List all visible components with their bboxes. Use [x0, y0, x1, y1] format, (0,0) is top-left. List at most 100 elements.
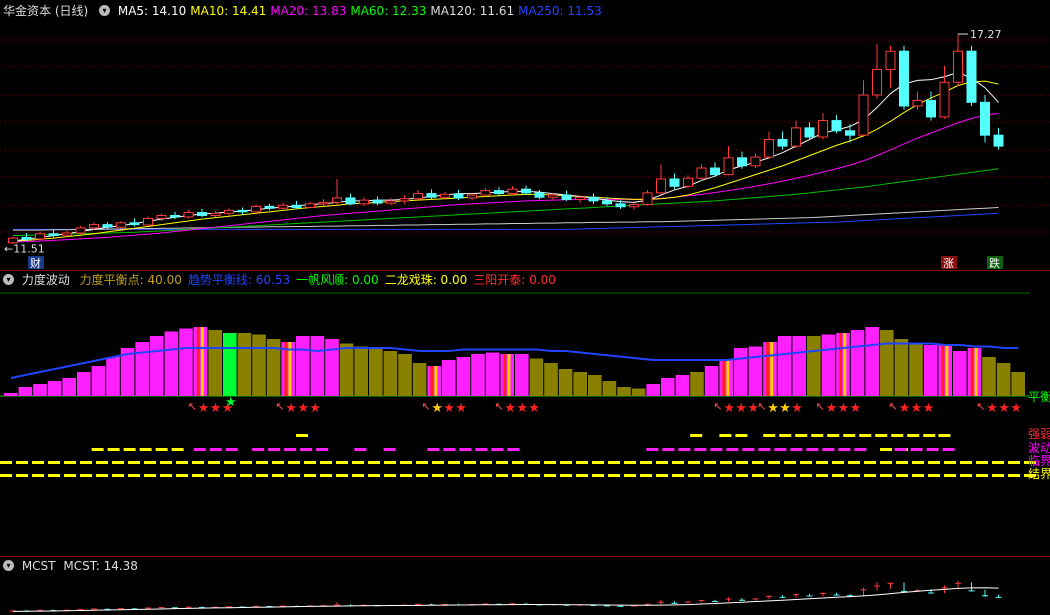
candle-body: [426, 193, 437, 198]
strength-bar: [383, 351, 398, 396]
status-dash: [336, 461, 348, 464]
status-dash: [96, 461, 108, 464]
status-dash: [976, 474, 988, 477]
status-dash: [528, 461, 540, 464]
indicator-chart[interactable]: ↖ ★ ★ ★ ↖ ★ ★ ★ ↖ ★ ★ ★ ↖ ★ ★ ★ ↖ ★ ★ ★↖ ★ ★ ★ ↖ ★ ★ ★ ↖ ★ ★ ★ ↖ ★ ★ ★★ 平衡强…: [0, 271, 1050, 556]
status-dash: [272, 474, 284, 477]
strength-bar: [252, 334, 266, 396]
level-label: 强弱: [1028, 427, 1050, 441]
status-dash: [507, 448, 520, 451]
status-dash: [128, 461, 140, 464]
status-dash: [848, 461, 860, 464]
status-dash: [464, 474, 476, 477]
signal-star: ★: [516, 401, 528, 416]
strength-bar: [296, 336, 310, 396]
status-dash: [938, 434, 951, 437]
status-dash: [656, 461, 668, 464]
strength-bar: [427, 366, 441, 396]
signal-star: ★: [911, 401, 923, 416]
status-dash: [192, 461, 204, 464]
status-dash: [816, 474, 828, 477]
candle-body: [912, 99, 923, 107]
signal-star: ★: [285, 401, 297, 416]
status-dash: [512, 474, 524, 477]
signal-star: ★: [297, 401, 309, 416]
status-dash: [719, 434, 732, 437]
candle-body: [750, 156, 761, 167]
strength-bar: [354, 346, 368, 396]
status-dash: [688, 474, 700, 477]
candle-body: [413, 193, 423, 200]
status-dash: [240, 461, 252, 464]
signal-star: ★: [504, 401, 516, 416]
signal-arrow: ↖: [816, 400, 825, 413]
signal-star: ★: [826, 401, 838, 416]
status-dash: [752, 461, 764, 464]
strength-bar: [208, 330, 222, 396]
status-dash: [512, 461, 524, 464]
signal-stripe: [503, 354, 507, 396]
candle-body: [831, 120, 842, 132]
status-dash: [811, 434, 824, 437]
status-dash: [32, 461, 44, 464]
status-dash: [336, 474, 348, 477]
strength-bar: [836, 333, 850, 396]
status-dash: [891, 434, 904, 437]
candle-body: [683, 177, 693, 187]
status-dash: [272, 461, 284, 464]
status-dash: [64, 474, 76, 477]
level-label: 平衡: [1028, 390, 1050, 404]
signal-stripe: [843, 333, 847, 396]
candle-body: [777, 139, 788, 147]
status-dash: [208, 461, 220, 464]
signal-star: ★: [309, 401, 321, 416]
status-dash: [432, 461, 444, 464]
status-dash: [224, 474, 236, 477]
status-dash: [560, 474, 572, 477]
status-dash: [742, 448, 755, 451]
status-dash: [592, 461, 604, 464]
strength-bar: [500, 354, 514, 396]
status-dash: [352, 461, 364, 464]
status-dash: [608, 474, 620, 477]
status-dash: [475, 448, 488, 451]
status-dash: [225, 448, 238, 451]
status-dash: [448, 474, 460, 477]
status-dash: [16, 461, 28, 464]
candle-body: [156, 214, 167, 219]
strength-bar: [996, 363, 1011, 396]
status-dash: [176, 474, 188, 477]
candle-body: [696, 167, 707, 179]
status-dash: [690, 434, 703, 437]
signal-stripe: [974, 348, 978, 396]
mcst-chart[interactable]: [0, 557, 1050, 615]
status-dash: [942, 448, 955, 451]
strength-bar: [369, 348, 383, 396]
candle-body: [143, 217, 153, 226]
marker-zhang: 涨: [943, 257, 954, 270]
status-dash: [368, 474, 380, 477]
status-dash: [112, 461, 124, 464]
candle-body: [494, 190, 504, 195]
status-dash: [720, 461, 732, 464]
status-dash: [352, 474, 364, 477]
strength-bar: [164, 331, 179, 396]
signal-star: ★: [455, 401, 467, 416]
price-chart[interactable]: 17.27 ←11.51财 涨 跌: [0, 0, 1050, 270]
status-dash: [848, 474, 860, 477]
status-dash: [192, 474, 204, 477]
status-dash: [560, 461, 572, 464]
signal-arrow: ↖: [494, 400, 503, 413]
signal-arrow: ↖: [757, 400, 766, 413]
strength-bar: [923, 345, 938, 396]
signal-star: ★: [998, 401, 1010, 416]
status-dash: [864, 474, 876, 477]
status-dash: [800, 474, 812, 477]
status-dash: [880, 461, 892, 464]
status-dash: [704, 474, 716, 477]
candle-body: [737, 157, 747, 167]
candle-body: [615, 203, 626, 208]
status-dash: [923, 434, 936, 437]
status-dash: [144, 461, 156, 464]
candle-body: [602, 200, 612, 205]
